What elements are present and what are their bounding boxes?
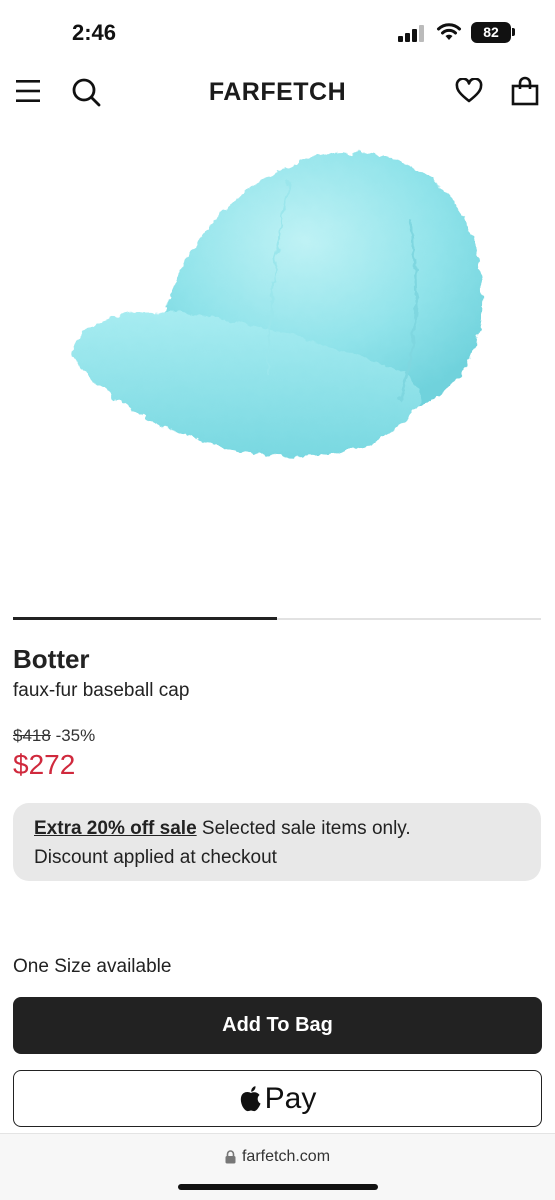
promo-line-1: Extra 20% off sale Selected sale items o… [34,814,520,843]
app-header: FARFETCH [0,64,555,120]
status-time: 2:46 [72,20,117,45]
apple-pay-button[interactable]: Pay [13,1070,542,1127]
promo-text: Selected sale items only. [196,818,411,839]
heart-icon [455,78,483,103]
discount-percent: -35% [55,726,96,745]
product-image[interactable] [0,130,555,600]
wishlist-button[interactable] [455,78,483,104]
product-name: faux-fur baseball cap [13,680,190,701]
battery-tip [512,28,515,36]
url-text: farfetch.com [241,1148,331,1165]
battery-indicator: 82 [471,22,511,43]
status-bar: 2:46 82 [0,0,555,64]
shopping-bag-icon [511,76,539,106]
product-brand[interactable]: Botter [13,644,90,675]
original-price: $418 [13,726,51,745]
promo-line-2: Discount applied at checkout [34,847,277,868]
browser-url-bar: farfetch.com [0,1133,555,1200]
wifi-icon [437,23,461,40]
sale-price: $272 [13,749,76,780]
signal-icon [398,25,424,42]
promo-link[interactable]: Extra 20% off sale [34,818,197,839]
apple-icon [240,1085,261,1111]
apple-pay-label: Pay [264,1081,317,1115]
home-indicator[interactable] [178,1184,378,1190]
lock-icon [225,1150,236,1164]
price-row: $418 -35% [13,726,95,746]
carousel-active-indicator [13,617,277,620]
url-container[interactable]: farfetch.com [0,1148,555,1166]
promo-banner: Extra 20% off sale Selected sale items o… [13,803,541,881]
size-availability: One Size available [13,956,172,977]
bag-button[interactable] [510,76,540,106]
add-to-bag-button[interactable]: Add To Bag [13,997,542,1054]
